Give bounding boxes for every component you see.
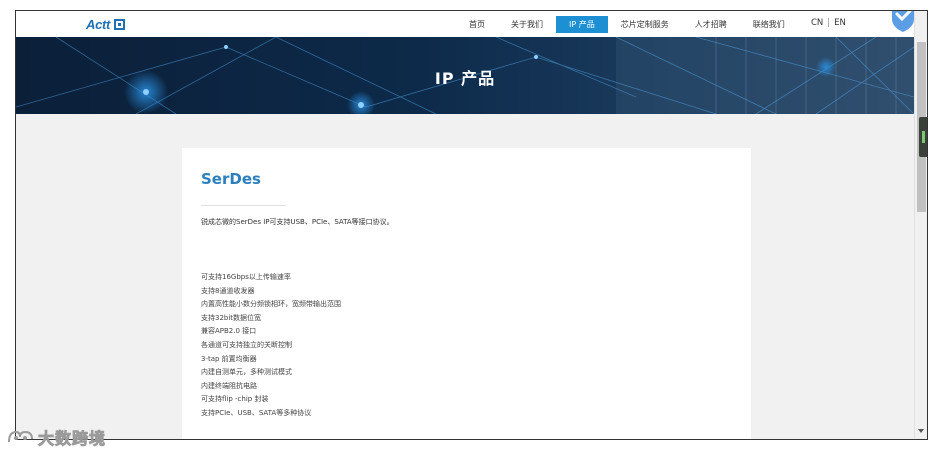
vertical-scrollbar[interactable] — [914, 11, 927, 439]
feature-item: 可支持16Gbps以上传输速率 — [201, 273, 291, 281]
watermark-logo-icon — [8, 430, 33, 443]
watermark-text: 大数跨境 — [38, 429, 107, 449]
nav-item-about[interactable]: 关于我们 — [498, 16, 556, 33]
feature-item: 支持32bit数据位宽 — [201, 313, 262, 322]
scroll-down-arrow-icon[interactable] — [918, 429, 924, 433]
feature-item: 3-tap 前置均衡器 — [201, 354, 257, 363]
feature-item: 各通道可支持独立的关断控制 — [201, 340, 292, 349]
feature-item: 兼容APB2.0 接口 — [201, 327, 257, 336]
feature-item: 支持PCIe、USB、SATA等多种协议 — [201, 408, 312, 417]
banner-title: IP 产品 — [434, 69, 496, 88]
product-card: SerDes 锐成芯微的SerDes IP可支持USB、PCIe、SATA等接口… — [182, 148, 751, 439]
watermark: 大数跨境 — [6, 425, 106, 449]
nav-item-chip-custom[interactable]: 芯片定制服务 — [608, 16, 682, 33]
nav-item-careers[interactable]: 人才招聘 — [682, 16, 740, 33]
page-viewport: Actt 首页 关于我们 IP 产品 芯片定制服务 人才招聘 联络我们 CN | E… — [16, 11, 914, 439]
lang-en-link[interactable]: EN — [834, 18, 846, 28]
feature-item: 内置高性能小数分频锁相环，宽频带输出范围 — [201, 300, 341, 309]
product-intro: 锐成芯微的SerDes IP可支持USB、PCIe、SATA等接口协议。 — [201, 218, 394, 226]
nav-item-contact[interactable]: 联络我们 — [740, 16, 798, 33]
site-header: Actt 首页 关于我们 IP 产品 芯片定制服务 人才招聘 联络我们 CN | E… — [16, 11, 914, 37]
feature-item: 内建自测单元，多种测试模式 — [201, 368, 292, 377]
logo-mark-icon — [114, 18, 126, 30]
page-banner: IP 产品 — [16, 37, 914, 114]
product-title: SerDes — [201, 170, 261, 188]
nav-item-home[interactable]: 首页 — [456, 16, 498, 33]
browser-frame: Actt 首页 关于我们 IP 产品 芯片定制服务 人才招聘 联络我们 CN | E… — [15, 10, 928, 440]
feature-item: 支持8通道收发器 — [201, 286, 255, 295]
nav-item-ip-products[interactable]: IP 产品 — [556, 15, 608, 33]
title-divider — [201, 205, 286, 206]
logo-text: Actt — [86, 16, 111, 32]
feature-list: 可支持16Gbps以上传输速率 支持8通道收发器 内置高性能小数分频锁相环，宽频… — [201, 271, 341, 421]
feature-item: 可支持flip -chip 封装 — [201, 395, 269, 404]
language-switcher: CN | EN — [811, 18, 846, 28]
lang-cn-link[interactable]: CN — [811, 18, 823, 28]
feature-item: 内建终端阻抗电路 — [201, 381, 257, 390]
side-float-tab[interactable] — [919, 117, 927, 157]
lang-separator: | — [827, 18, 831, 28]
shield-badge-icon[interactable] — [888, 11, 914, 33]
main-nav: 首页 关于我们 IP 产品 芯片定制服务 人才招聘 联络我们 — [456, 11, 798, 37]
site-logo[interactable]: Actt — [86, 16, 126, 32]
